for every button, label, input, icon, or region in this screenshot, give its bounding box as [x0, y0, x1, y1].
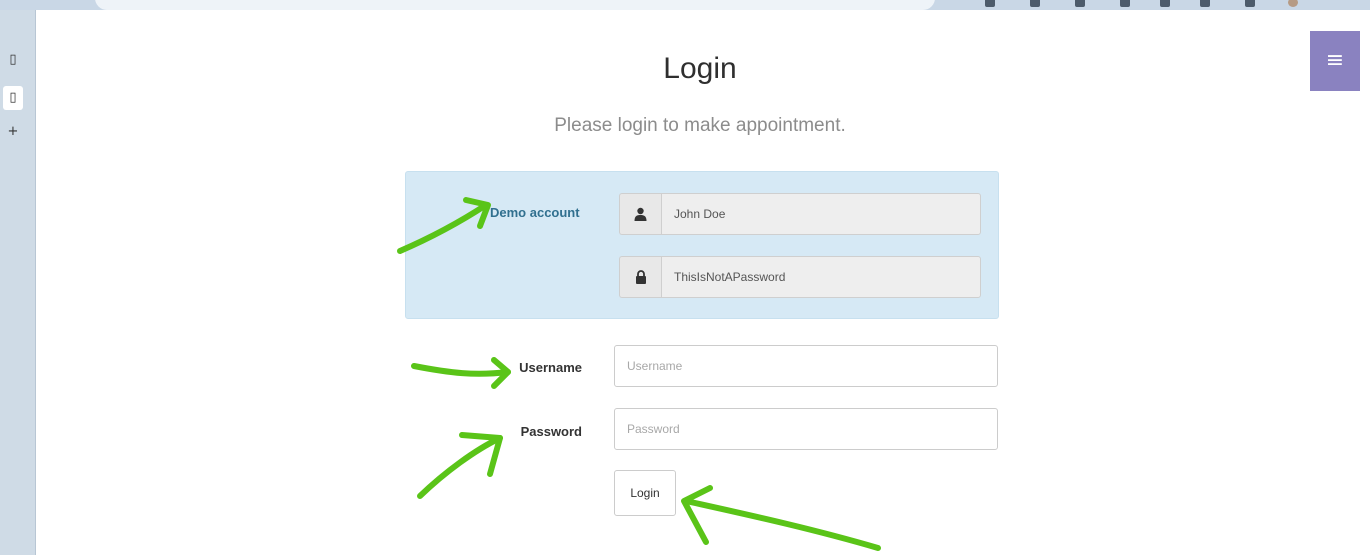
page-icon[interactable]: ▯	[3, 86, 23, 110]
lock-icon	[619, 256, 661, 298]
extension-icon[interactable]	[1160, 0, 1170, 7]
username-input[interactable]	[614, 345, 998, 387]
extension-icon[interactable]	[1245, 0, 1255, 7]
page-title: Login	[663, 52, 737, 85]
extension-icon[interactable]	[1030, 0, 1040, 7]
arrow-annotation	[417, 432, 503, 499]
page-subtitle: Please login to make appointment.	[554, 115, 846, 136]
demo-account-label: Demo account	[490, 205, 580, 220]
extension-icon[interactable]	[1075, 0, 1085, 7]
arrow-annotation	[681, 485, 881, 551]
browser-toolbar	[0, 0, 1370, 10]
demo-username-group: John Doe	[619, 193, 981, 235]
extension-icon[interactable]	[1120, 0, 1130, 7]
menu-toggle-button[interactable]: ≡	[1310, 31, 1360, 91]
password-label: Password	[520, 424, 582, 439]
page-icon[interactable]: ▯	[3, 48, 23, 72]
demo-username-field[interactable]: John Doe	[661, 193, 981, 235]
hamburger-menu-icon: ≡	[1325, 48, 1345, 73]
password-input[interactable]	[614, 408, 998, 450]
username-label: Username	[519, 360, 582, 375]
user-icon	[619, 193, 661, 235]
download-icon[interactable]	[1200, 0, 1210, 7]
address-bar[interactable]	[95, 0, 935, 10]
profile-avatar[interactable]	[1288, 0, 1298, 7]
browser-side-rail: ▯ ▯ +	[0, 10, 36, 555]
login-button[interactable]: Login	[614, 470, 676, 516]
extension-icon[interactable]	[985, 0, 995, 7]
plus-icon[interactable]: +	[3, 120, 23, 144]
demo-password-field[interactable]: ThisIsNotAPassword	[661, 256, 981, 298]
demo-password-group: ThisIsNotAPassword	[619, 256, 981, 298]
